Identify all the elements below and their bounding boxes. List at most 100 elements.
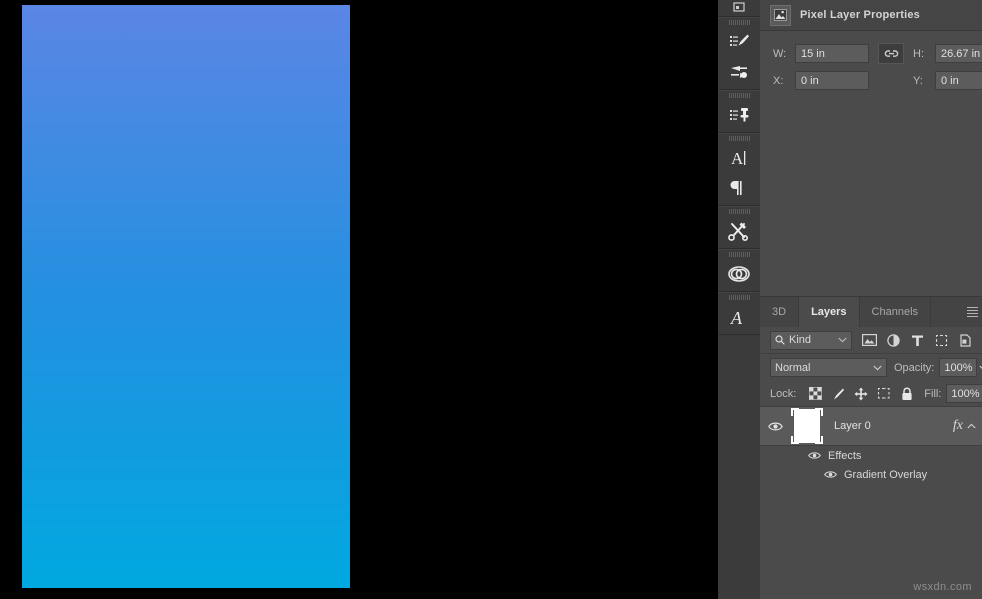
filter-shape-glyph	[935, 334, 948, 347]
layer-effects-group[interactable]: Effects	[760, 446, 982, 465]
lock-position-icon[interactable]	[854, 387, 868, 401]
hamburger-icon	[967, 306, 978, 318]
rail-item-brush-presets[interactable]	[718, 27, 760, 57]
fill-input[interactable]: 100%	[946, 384, 982, 403]
rail-item-partial[interactable]	[718, 0, 760, 14]
panel-partial-icon	[731, 0, 747, 15]
rail-grip[interactable]	[718, 250, 760, 259]
paragraph-icon	[728, 177, 750, 199]
tab-3d[interactable]: 3D	[760, 297, 799, 327]
blend-mode-select[interactable]: Normal	[770, 358, 887, 377]
effect-visibility-toggle[interactable]	[822, 467, 838, 483]
lock-artboard-nesting-icon[interactable]	[877, 387, 891, 401]
blend-mode-value: Normal	[775, 362, 873, 374]
width-label: W:	[773, 48, 795, 60]
layers-panel: 3D Layers Channels Kind	[760, 296, 982, 599]
layer-name-label[interactable]: Layer 0	[824, 420, 953, 432]
filter-adjustment-icon[interactable]	[886, 333, 901, 348]
height-input[interactable]: 26.67 in	[935, 44, 982, 63]
filter-smart-object-glyph	[959, 334, 972, 347]
rail-grip[interactable]	[718, 91, 760, 100]
chevron-down-icon	[838, 337, 847, 343]
filter-type-icon[interactable]	[910, 333, 925, 348]
y-label: Y:	[913, 75, 935, 87]
properties-panel-header: Pixel Layer Properties	[760, 0, 982, 31]
checker-glyph	[809, 387, 822, 400]
lock-all-icon[interactable]	[900, 387, 914, 401]
opacity-input[interactable]: 100%	[939, 358, 977, 377]
rail-grip[interactable]	[718, 207, 760, 216]
rail-item-paragraph[interactable]	[718, 173, 760, 203]
opacity-label: Opacity:	[894, 362, 934, 374]
clone-source-icon	[728, 105, 750, 125]
chevron-glyph	[838, 337, 847, 343]
lock-icons	[808, 387, 914, 401]
rail-group-glyphs: A	[718, 292, 760, 335]
layer-effects-expand-toggle[interactable]	[967, 423, 982, 429]
svg-text:A: A	[731, 149, 744, 168]
effects-label: Effects	[822, 450, 861, 462]
rail-item-cc-libraries[interactable]	[718, 259, 760, 289]
chevron-up-icon	[967, 423, 976, 429]
search-icon	[775, 335, 785, 345]
filter-kind-label: Kind	[789, 334, 838, 346]
rail-item-glyphs[interactable]: A	[718, 302, 760, 332]
cc-libraries-icon	[727, 263, 751, 285]
artboard-canvas[interactable]	[22, 5, 350, 588]
rail-item-clone-source[interactable]	[718, 100, 760, 130]
eye-icon	[808, 451, 821, 460]
tool-presets-icon	[727, 220, 751, 242]
brush-settings-icon	[728, 62, 750, 82]
y-input[interactable]: 0 in	[935, 71, 982, 90]
property-row-wh: W: 15 in H: 26.67 in	[760, 43, 982, 64]
panel-menu-button[interactable]	[963, 297, 981, 327]
link-dimensions-button[interactable]	[878, 43, 904, 64]
tab-layers[interactable]: Layers	[799, 297, 859, 327]
move-arrows-glyph	[854, 387, 868, 401]
tab-channels[interactable]: Channels	[860, 297, 931, 327]
layer-list: Layer 0 fx Effects	[760, 407, 982, 484]
layers-tab-bar: 3D Layers Channels	[760, 297, 982, 327]
rail-item-brush-settings[interactable]	[718, 57, 760, 87]
eye-icon	[768, 421, 783, 432]
layer-fx-badge[interactable]: fx	[953, 418, 967, 434]
glyphs-icon: A	[728, 306, 750, 328]
list-item[interactable]: Gradient Overlay	[760, 465, 982, 484]
thumb-corner	[815, 436, 823, 444]
effects-visibility-toggle[interactable]	[806, 448, 822, 464]
watermark: wsxdn.com	[913, 581, 972, 593]
layer-visibility-toggle[interactable]	[760, 421, 790, 432]
layer-filter-row: Kind	[760, 327, 982, 354]
width-input[interactable]: 15 in	[795, 44, 869, 63]
rail-grip[interactable]	[718, 293, 760, 302]
rail-group-tool-presets	[718, 206, 760, 249]
thumb-corner	[791, 408, 799, 416]
blend-mode-row: Normal Opacity: 100%	[760, 354, 982, 381]
brush-presets-icon	[728, 32, 750, 52]
rail-grip[interactable]	[718, 18, 760, 27]
rail-group-clone	[718, 90, 760, 133]
canvas-area[interactable]	[0, 0, 718, 599]
opacity-stepper[interactable]	[977, 365, 982, 371]
filter-type-glyph	[911, 334, 924, 347]
artboard-glyph	[877, 387, 891, 400]
table-row[interactable]: Layer 0 fx	[760, 407, 982, 446]
lock-image-pixels-icon[interactable]	[831, 387, 845, 401]
filter-smart-object-icon[interactable]	[958, 333, 973, 348]
rail-item-character[interactable]: A	[718, 143, 760, 173]
x-label: X:	[773, 75, 795, 87]
thumb-corner	[791, 436, 799, 444]
lock-transparency-icon[interactable]	[808, 387, 822, 401]
x-input[interactable]: 0 in	[795, 71, 869, 90]
filter-kind-select[interactable]: Kind	[770, 331, 852, 350]
eye-icon	[824, 470, 837, 479]
pixel-layer-glyph	[774, 9, 787, 21]
rail-item-tool-presets[interactable]	[718, 216, 760, 246]
filter-pixel-icon[interactable]	[862, 333, 877, 348]
layer-thumbnail[interactable]	[790, 407, 824, 445]
filter-type-icons	[862, 333, 973, 348]
rail-grip[interactable]	[718, 134, 760, 143]
filter-shape-icon[interactable]	[934, 333, 949, 348]
filter-pixel-glyph	[862, 334, 877, 346]
lock-row: Lock:	[760, 381, 982, 407]
